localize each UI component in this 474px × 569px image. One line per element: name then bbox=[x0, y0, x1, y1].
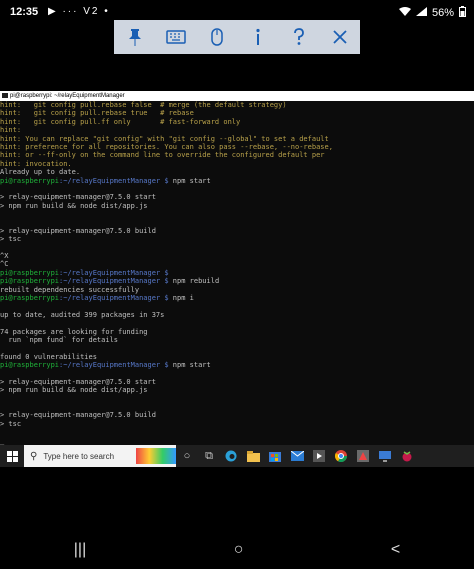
status-right: 56% bbox=[398, 6, 466, 20]
prompt-path: :~/relayEquipmentManager $ bbox=[59, 176, 169, 185]
chrome-icon[interactable] bbox=[330, 445, 352, 467]
prompt-command: npm rebuild bbox=[168, 277, 220, 286]
prompt-command: npm start bbox=[168, 176, 211, 185]
prompt-command: npm i bbox=[168, 293, 194, 302]
raspberry-app-icon[interactable] bbox=[396, 445, 418, 467]
recents-button[interactable]: ||| bbox=[74, 541, 86, 559]
terminal-line: rebuilt dependencies successfully bbox=[0, 285, 140, 294]
file-explorer-icon[interactable] bbox=[242, 445, 264, 467]
terminal-line: hint: git config pull.ff only # fast-for… bbox=[0, 117, 241, 126]
terminal-line: run `npm fund` for details bbox=[0, 335, 119, 344]
terminal-prompt-line: pi@raspberrypi:~/relayEquipmentManager $… bbox=[0, 177, 474, 185]
terminal-line: > tsc bbox=[0, 419, 22, 428]
terminal-icon bbox=[2, 92, 8, 98]
prompt-user: pi@raspberrypi bbox=[0, 277, 60, 286]
back-button[interactable]: < bbox=[391, 541, 400, 559]
edge-icon[interactable] bbox=[220, 445, 242, 467]
window-title-bar: pi@raspberrypi: ~/relayEquipmentManager bbox=[0, 91, 474, 101]
search-highlight-art bbox=[136, 448, 176, 464]
notification-icons: ▶ ··· V2 • bbox=[48, 6, 110, 17]
mail-icon[interactable] bbox=[286, 445, 308, 467]
battery-icon bbox=[459, 6, 466, 20]
app-icon[interactable] bbox=[352, 445, 374, 467]
window-title: pi@raspberrypi: ~/relayEquipmentManager bbox=[10, 93, 125, 99]
help-icon[interactable] bbox=[286, 24, 312, 50]
terminal-prompt-line: pi@raspberrypi:~/relayEquipmentManager $… bbox=[0, 361, 474, 369]
terminal-line: hint: git config pull.rebase false # mer… bbox=[0, 101, 287, 109]
info-icon[interactable] bbox=[245, 24, 271, 50]
terminal-line: hint: preference for all repositories. Y… bbox=[0, 142, 333, 151]
terminal-line: > tsc bbox=[0, 235, 22, 244]
terminal-line: > relay-equipment-manager@7.5.0 start bbox=[0, 193, 156, 202]
terminal-line: hint: git config pull.rebase true # reba… bbox=[0, 109, 194, 118]
signal-icon bbox=[415, 7, 427, 19]
search-icon: ⚲ bbox=[30, 450, 38, 462]
terminal-line: > relay-equipment-manager@7.5.0 build bbox=[0, 411, 156, 420]
terminal-line: > relay-equipment-manager@7.5.0 start bbox=[0, 377, 156, 386]
media-player-icon[interactable] bbox=[308, 445, 330, 467]
prompt-path: :~/relayEquipmentManager $ bbox=[59, 277, 169, 286]
terminal-line: > relay-equipment-manager@7.5.0 build bbox=[0, 226, 156, 235]
mouse-icon[interactable] bbox=[204, 24, 230, 50]
terminal-prompt-line: pi@raspberrypi:~/relayEquipmentManager $ bbox=[0, 269, 474, 277]
store-icon[interactable] bbox=[264, 445, 286, 467]
prompt-path: :~/relayEquipmentManager $ bbox=[59, 268, 169, 277]
terminal-prompt-line: pi@raspberrypi:~/relayEquipmentManager $… bbox=[0, 294, 474, 302]
terminal-line: hint: bbox=[0, 126, 22, 135]
battery-level: 56% bbox=[431, 7, 454, 19]
terminal-line: > npm run build && node dist/app.js bbox=[0, 386, 148, 395]
close-icon[interactable] bbox=[327, 24, 353, 50]
remote-desktop-icon[interactable] bbox=[374, 445, 396, 467]
remote-desktop-toolbar bbox=[114, 20, 360, 54]
terminal-line: > npm run build && node dist/app.js bbox=[0, 201, 148, 210]
terminal-line: 74 packages are looking for funding bbox=[0, 327, 148, 336]
windows-taskbar: ⚲ Type here to search ○ ⧉ bbox=[0, 445, 474, 467]
prompt-user: pi@raspberrypi bbox=[0, 176, 60, 185]
home-button[interactable]: ○ bbox=[234, 541, 244, 559]
start-button[interactable] bbox=[0, 445, 24, 467]
terminal-line: Already up to date. bbox=[0, 168, 81, 177]
prompt-user: pi@raspberrypi bbox=[0, 361, 60, 370]
clock: 12:35 bbox=[10, 6, 39, 18]
terminal-output[interactable]: hint: git config pull.rebase false # mer… bbox=[0, 101, 474, 445]
cortana-icon[interactable]: ○ bbox=[176, 445, 198, 467]
terminal-line: up to date, audited 399 packages in 37s bbox=[0, 310, 165, 319]
search-placeholder: Type here to search bbox=[43, 451, 115, 461]
terminal-prompt-line: pi@raspberrypi:~/relayEquipmentManager $… bbox=[0, 277, 474, 285]
terminal-line: hint: You can replace "git config" with … bbox=[0, 134, 329, 143]
prompt-user: pi@raspberrypi bbox=[0, 293, 60, 302]
keyboard-icon[interactable] bbox=[163, 24, 189, 50]
terminal-line: hint: invocation. bbox=[0, 159, 72, 168]
terminal-cursor: _ bbox=[0, 436, 5, 445]
wifi-icon bbox=[398, 7, 411, 19]
prompt-path: :~/relayEquipmentManager $ bbox=[59, 361, 169, 370]
prompt-path: :~/relayEquipmentManager $ bbox=[59, 293, 169, 302]
terminal-line: hint: or --ff-only on the command line t… bbox=[0, 151, 325, 160]
taskbar-search-box[interactable]: ⚲ Type here to search bbox=[24, 445, 176, 467]
task-view-icon[interactable]: ⧉ bbox=[198, 445, 220, 467]
prompt-command: npm start bbox=[168, 361, 211, 370]
terminal-line: found 0 vulnerabilities bbox=[0, 352, 97, 361]
pin-icon[interactable] bbox=[122, 24, 148, 50]
android-nav-bar: ||| ○ < bbox=[0, 530, 474, 569]
terminal-line: ^C bbox=[0, 260, 9, 269]
terminal-line: ^X bbox=[0, 252, 9, 261]
prompt-user: pi@raspberrypi bbox=[0, 268, 60, 277]
